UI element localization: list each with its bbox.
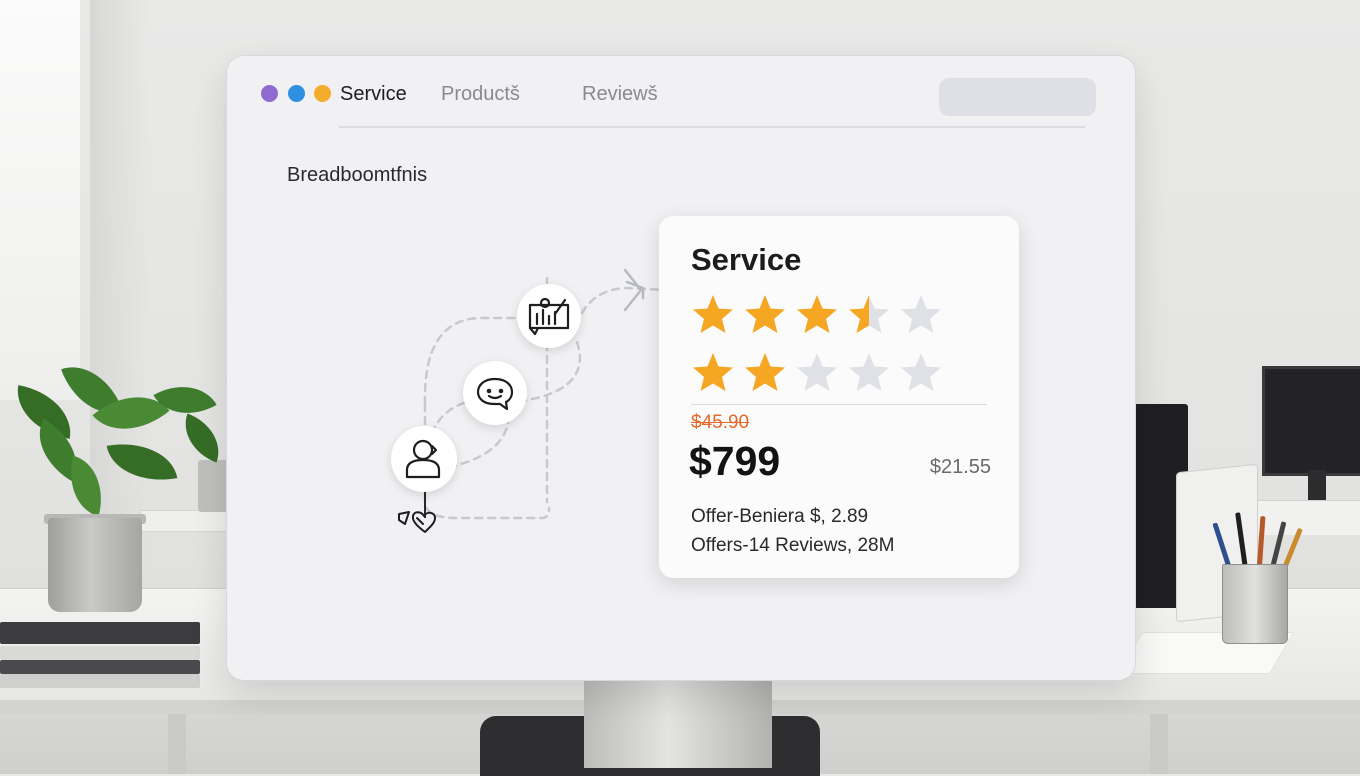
window-control-orange[interactable] [314, 85, 331, 102]
tab-service[interactable]: Service [340, 83, 407, 106]
window-control-blue[interactable] [288, 85, 305, 102]
rating-row-secondary[interactable] [691, 350, 943, 394]
arrow-right-icon [623, 268, 645, 312]
plant-pot [48, 518, 142, 612]
star-full-icon[interactable] [795, 292, 839, 336]
background-monitor [1262, 366, 1360, 476]
user-node[interactable] [391, 426, 457, 492]
offer-line-2[interactable]: Offers-14 Reviews, 28M [691, 535, 894, 557]
star-empty-icon[interactable] [899, 292, 943, 336]
offer-line-1[interactable]: Offer-Beniera $, 2.89 [691, 506, 868, 528]
chat-node[interactable] [463, 361, 527, 425]
monitor-stand [584, 676, 772, 768]
presentation-icon [528, 297, 570, 336]
chat-bubble-icon [476, 377, 514, 411]
price: $799 [689, 438, 781, 484]
star-half-icon[interactable] [847, 292, 891, 336]
star-empty-icon[interactable] [847, 350, 891, 394]
star-empty-icon[interactable] [795, 350, 839, 394]
nav-divider [339, 126, 1085, 128]
secondary-price: $21.55 [929, 456, 991, 478]
heart-icon [398, 511, 436, 533]
card-title: Service [691, 242, 802, 277]
card-divider [691, 404, 987, 405]
tab-reviews[interactable]: Reviewš [582, 83, 658, 106]
star-full-icon[interactable] [743, 350, 787, 394]
star-full-icon[interactable] [691, 292, 735, 336]
search-input[interactable] [939, 78, 1096, 116]
tab-products[interactable]: Productš [441, 83, 520, 106]
desk-leg [168, 714, 186, 774]
book-stack [0, 620, 204, 690]
product-card: Service $45.90 $799 $21.55 Offer-Beniera… [659, 216, 1019, 578]
desk-leg [1150, 714, 1168, 774]
window-control-purple[interactable] [261, 85, 278, 102]
star-full-icon[interactable] [691, 350, 735, 394]
breadcrumb[interactable]: Breadboomtfnis [287, 164, 427, 187]
presentation-node[interactable] [517, 284, 581, 348]
user-icon [405, 439, 441, 479]
old-price: $45.90 [691, 412, 750, 433]
star-full-icon[interactable] [743, 292, 787, 336]
side-table [140, 510, 232, 532]
app-window: Service Productš Reviewš Breadboomtfnis [226, 55, 1136, 681]
rating-row-primary[interactable] [691, 292, 943, 336]
star-empty-icon[interactable] [899, 350, 943, 394]
